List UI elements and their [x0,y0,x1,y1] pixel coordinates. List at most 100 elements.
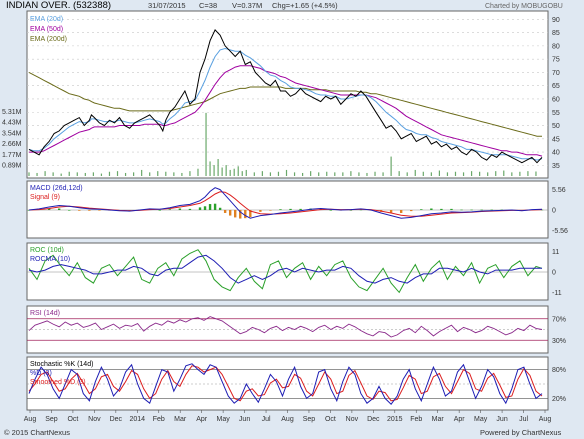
x-tick-label: Dec [367,416,380,423]
legend-ema200: EMA (200d) [30,36,67,43]
macd-histogram-bar [198,207,202,210]
volume-bar [269,172,272,176]
price-tick-label: 55 [552,110,560,117]
volume-bar [60,173,62,176]
macd-histogram-bar [158,210,161,211]
macd-histogram-bar [420,209,423,210]
chart-symbol: INDIAN OVER. (532388) [6,0,111,11]
volume-bar [157,171,159,176]
macd-histogram-bar [218,207,222,210]
volume-bar [28,172,30,176]
x-tick-label: Sep [45,416,58,423]
volume-bar [446,172,449,176]
volume-bar [189,171,191,176]
volume-bar [205,112,207,176]
price-legend: EMA (20d) EMA (50d) EMA (200d) [30,16,67,43]
macd-histogram-bar [410,210,413,212]
macd-tick-label: 5.56 [552,187,566,194]
legend-stoch-k: Stochastic %K (14d) [30,361,93,368]
roc-tick-label: 0 [552,270,556,277]
volume-bar [36,172,38,176]
legend-roc: ROC (10d) [30,247,64,254]
chart-close: C=38 [199,1,217,10]
footer-copyright: © 2015 ChartNexus [4,428,70,437]
macd-histogram-bar [208,204,212,210]
roc-tick-label: -11 [552,290,562,297]
x-tick-label: Mar [432,416,445,423]
x-tick-label: Jun [496,416,507,423]
x-tick-label: Mar [174,416,187,423]
volume-bar [342,172,344,176]
volume-tick-label: 4.43M [2,120,22,127]
volume-bar [149,172,151,176]
macd-histogram-bar [299,208,302,210]
volume-bar [245,169,247,176]
x-axis-labels: Aug Sep Oct Nov Dec 2014 Feb Mar Apr May Jun Jul Aug… [24,410,552,423]
legend-rocma: ROCMA (10) [30,256,70,263]
x-tick-label: 2015 [387,416,403,423]
macd-histogram-bar [269,210,272,211]
volume-bar [116,171,119,176]
volume-bar [350,171,352,176]
macd-histogram-bar [329,210,332,211]
volume-bar [133,172,135,176]
macd-histogram-bar [440,208,443,210]
volume-bar [124,172,127,176]
volume-bar [462,172,465,176]
x-tick-label: Dec [110,416,123,423]
volume-bar [84,172,86,176]
macd-histogram-bar [480,209,483,211]
volume-bar [233,168,235,176]
macd-histogram-bar [430,208,433,210]
x-tick-label: May [474,416,488,423]
price-tick-label: 80 [552,43,560,50]
price-panel: 90 85 80 75 70 65 60 55 50 45 40 35 5.31M 4.43M 3.54M… [2,10,560,179]
macd-histogram-bar [244,210,247,219]
volume-bar [213,165,215,176]
price-tick-label: 90 [552,17,560,24]
volume-bar [217,159,219,176]
price-tick-label: 35 [552,163,560,170]
volume-bar [225,165,227,176]
volume-bar [209,161,211,176]
x-tick-label: Aug [539,416,552,423]
volume-bar [277,171,280,176]
x-tick-label: Oct [325,416,336,423]
volume-bar [302,172,304,176]
volume-bar [487,172,489,176]
volume-bar [422,171,424,176]
volume-bar [495,171,497,176]
rsi-panel: 70% 30% RSI (14d) [26,305,566,354]
volume-bar [52,172,54,176]
volume-bar [229,169,231,176]
volume-bar [92,172,94,176]
macd-histogram-bar [279,209,282,210]
stock-chart: INDIAN OVER. (532388) 31/07/2015 C=38 V=… [2,0,568,437]
volume-bar [519,171,521,176]
x-tick-label: Aug [281,416,294,423]
macd-histogram-bar [223,210,227,213]
volume-bar [334,172,336,176]
volume-bar [293,172,296,176]
macd-histogram-bar [88,210,91,211]
legend-rsi: RSI (14d) [30,310,60,317]
macd-histogram-bar [98,210,101,211]
volume-bar [237,166,239,176]
rsi-tick-label: 70% [552,316,566,323]
x-tick-label: Nov [88,416,101,423]
volume-bar [76,172,78,176]
x-tick-label: Jul [262,416,271,423]
x-tick-label: Feb [153,416,165,423]
roc-tick-label: 11 [552,249,559,256]
macd-tick-label: 0 [552,208,556,215]
volume-bar [141,169,143,176]
volume-bar [535,171,537,176]
charted-by: Charted by MOBUGOBU [485,3,563,10]
volume-bar [108,171,111,176]
macd-histogram-bar [460,209,463,211]
x-tick-label: Feb [410,416,422,423]
price-tick-label: 65 [552,83,560,90]
volume-bar [470,171,473,176]
x-tick-label: Oct [67,416,78,423]
macd-histogram-bar [57,208,61,210]
